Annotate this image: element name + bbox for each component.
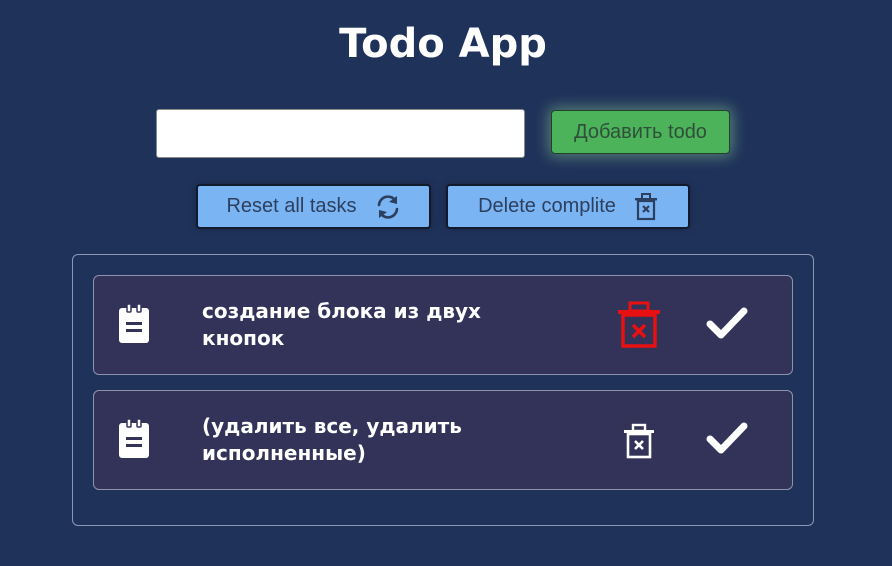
delete-completed-label: Delete complite <box>478 195 616 217</box>
reset-all-tasks-label: Reset all tasks <box>226 195 357 217</box>
todo-item: создание блока из двух кнопок <box>93 275 793 375</box>
todo-app: Todo App Добавить todo Reset all tasks D… <box>0 0 892 566</box>
trash-x-icon[interactable] <box>622 423 656 463</box>
refresh-icon <box>375 194 401 220</box>
add-todo-button[interactable]: Добавить todo <box>551 110 730 154</box>
trash-x-icon[interactable] <box>616 301 662 353</box>
trash-x-icon <box>634 192 658 221</box>
clipboard-icon <box>118 303 150 348</box>
todo-text: (удалить все, удалить исполненные) <box>202 414 462 465</box>
clipboard-icon <box>118 418 150 463</box>
todo-text: создание блока из двух кнопок <box>202 299 481 350</box>
todo-input[interactable] <box>156 109 525 158</box>
todo-item: (удалить все, удалить исполненные) <box>93 390 793 490</box>
page-title: Todo App <box>339 21 547 67</box>
check-icon[interactable] <box>706 421 748 461</box>
check-icon[interactable] <box>706 306 748 346</box>
delete-completed-button[interactable]: Delete complite <box>446 184 690 229</box>
reset-all-tasks-button[interactable]: Reset all tasks <box>196 184 431 229</box>
